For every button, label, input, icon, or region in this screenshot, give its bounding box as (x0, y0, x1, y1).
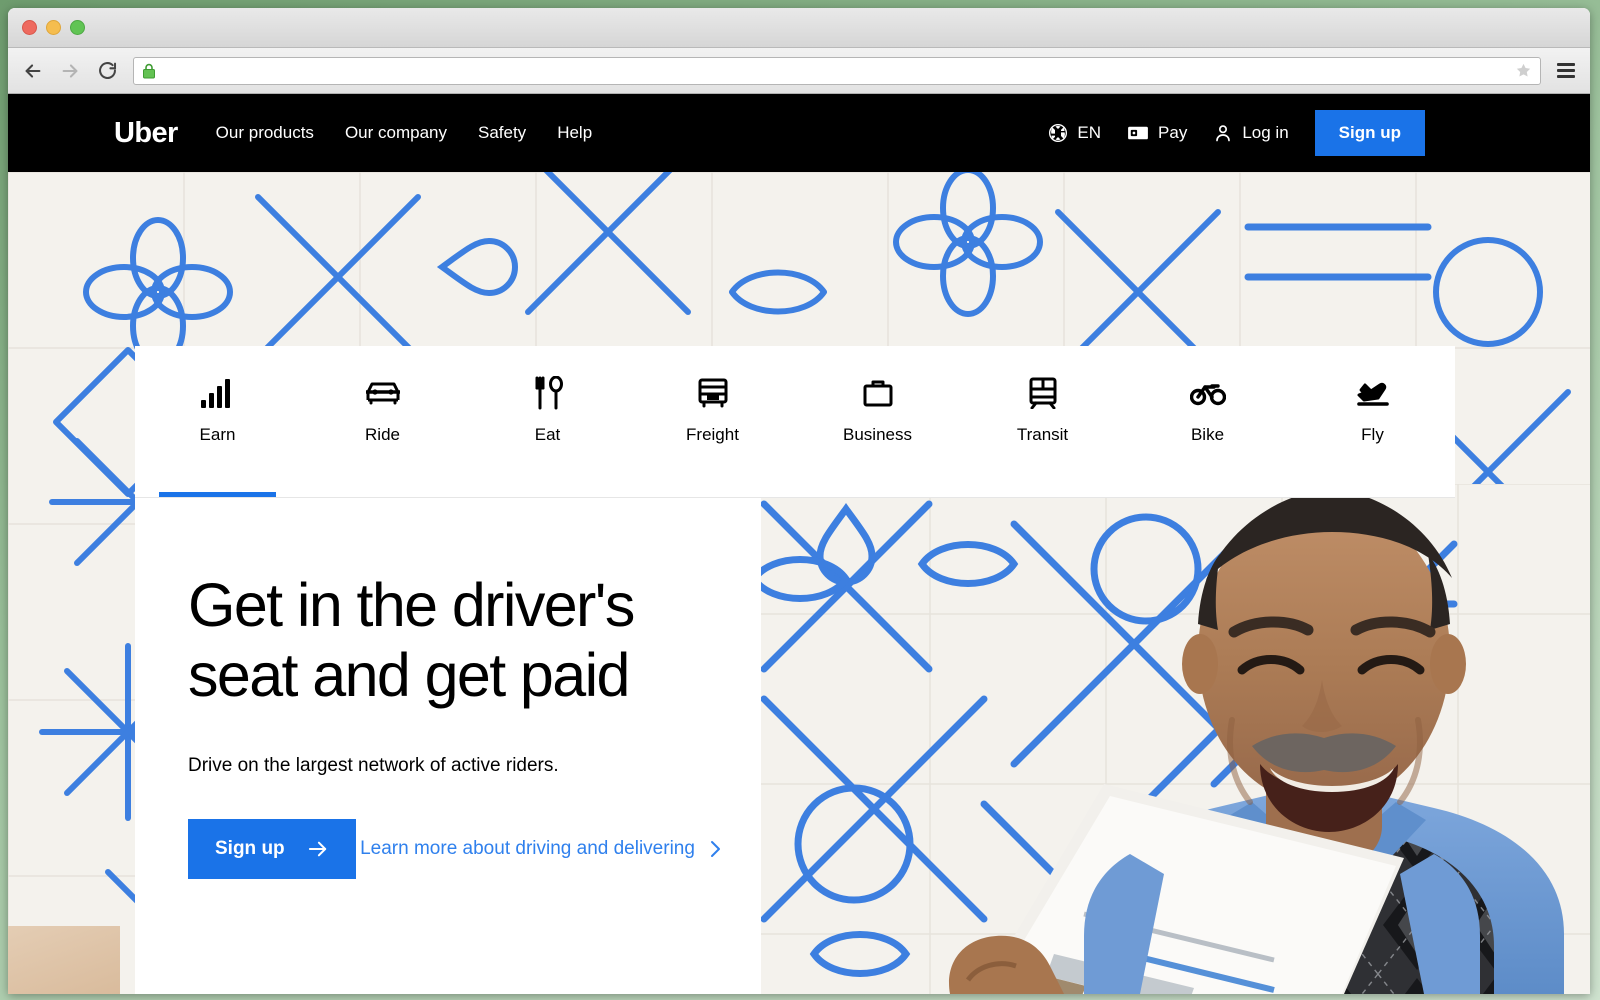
chevron-right-icon (709, 840, 721, 858)
nav-link-help[interactable]: Help (557, 123, 592, 143)
login-label: Log in (1242, 123, 1289, 142)
pay-button[interactable]: Pay (1127, 123, 1187, 143)
nav-link-our-company[interactable]: Our company (345, 123, 447, 143)
main-navigation: Our products Our company Safety Help (216, 123, 592, 143)
tab-label-eat: Eat (534, 425, 561, 444)
person-icon (1213, 123, 1233, 143)
pay-label: Pay (1158, 123, 1188, 142)
tab-fly[interactable]: Fly (1290, 346, 1455, 498)
window-maximize-button[interactable] (70, 20, 85, 35)
signup-button-header[interactable]: Sign up (1314, 110, 1425, 156)
arrow-right-icon (307, 840, 329, 858)
airplane-takeoff-icon (1356, 373, 1390, 413)
nav-link-safety[interactable]: Safety (478, 123, 526, 143)
bar-chart-icon (200, 373, 235, 413)
tab-transit[interactable]: Transit (960, 346, 1125, 498)
hero-headline: Get in the driver's seat and get paid (188, 571, 635, 709)
signup-button-label: Sign up (215, 838, 285, 860)
tab-label-freight: Freight (686, 425, 739, 444)
browser-window: Uber Our products Our company Safety Hel… (8, 8, 1590, 994)
train-icon (1028, 373, 1058, 413)
language-label: EN (1077, 123, 1102, 142)
tab-label-business: Business (843, 425, 912, 444)
star-icon[interactable] (1515, 62, 1532, 79)
screen-background: Uber Our products Our company Safety Hel… (0, 0, 1600, 1000)
fork-spoon-icon (532, 373, 564, 413)
hamburger-menu-icon[interactable] (1552, 57, 1580, 85)
back-arrow-icon[interactable] (18, 56, 48, 86)
hero-panel: Get in the driver's seat and get paid Dr… (135, 498, 761, 994)
language-selector[interactable]: EN (1048, 123, 1101, 143)
learn-more-link[interactable]: Learn more about driving and delivering (360, 838, 721, 860)
url-bar[interactable] (133, 56, 1541, 85)
bicycle-icon (1189, 373, 1226, 413)
window-close-button[interactable] (22, 20, 37, 35)
table-surface (8, 926, 120, 994)
briefcase-icon (862, 373, 894, 413)
tab-label-transit: Transit (1016, 425, 1069, 444)
wallet-icon (1127, 124, 1149, 142)
signup-button-hero[interactable]: Sign up (188, 819, 356, 880)
padlock-icon (142, 63, 156, 79)
tab-earn[interactable]: Earn (135, 346, 300, 498)
tab-label-earn: Earn (199, 425, 236, 444)
forward-arrow-icon (55, 56, 85, 86)
site-header: Uber Our products Our company Safety Hel… (8, 94, 1590, 172)
tab-label-fly: Fly (1361, 425, 1384, 444)
tab-business[interactable]: Business (795, 346, 960, 498)
hero-subheadline: Drive on the largest network of active r… (188, 755, 559, 777)
car-front-icon (365, 373, 401, 413)
globe-icon (1048, 123, 1068, 143)
tab-eat[interactable]: Eat (465, 346, 630, 498)
hero-photo (754, 484, 1590, 994)
product-tab-bar: Earn Ride Eat Freight Business Transit B… (135, 346, 1455, 498)
tab-label-ride: Ride (365, 425, 400, 444)
tab-bike[interactable]: Bike (1125, 346, 1290, 498)
browser-toolbar (8, 48, 1590, 94)
reload-icon[interactable] (92, 56, 122, 86)
browser-title-bar (8, 8, 1590, 48)
nav-link-our-products[interactable]: Our products (216, 123, 314, 143)
tab-ride[interactable]: Ride (300, 346, 465, 498)
uber-logo[interactable]: Uber (114, 117, 178, 150)
header-actions: EN Pay Log in Sign up (1048, 110, 1590, 156)
truck-icon (697, 373, 729, 413)
window-minimize-button[interactable] (46, 20, 61, 35)
tab-freight[interactable]: Freight (630, 346, 795, 498)
learn-more-label: Learn more about driving and delivering (360, 838, 695, 860)
page-viewport: Uber Our products Our company Safety Hel… (8, 94, 1590, 994)
login-button[interactable]: Log in (1213, 123, 1289, 143)
tab-label-bike: Bike (1190, 425, 1225, 444)
